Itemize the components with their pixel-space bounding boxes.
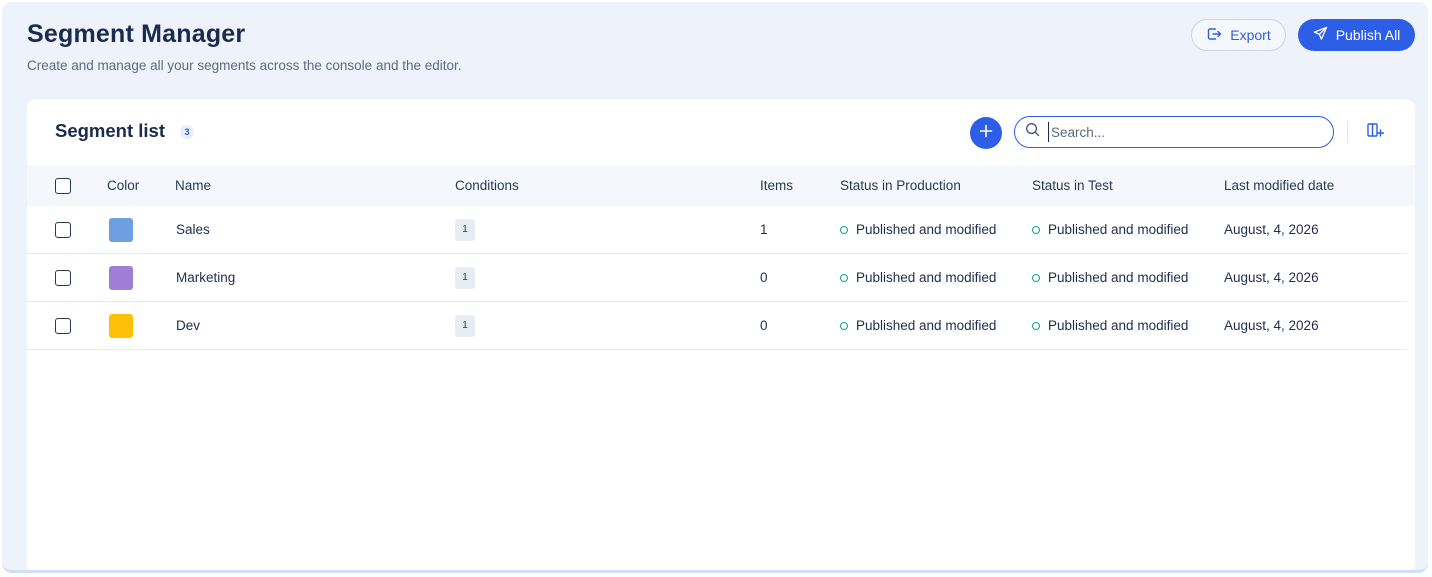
search-input[interactable] bbox=[1048, 122, 1308, 142]
status-production-label: Published and modified bbox=[856, 318, 997, 333]
table-row[interactable]: Dev 1 0 Published and modified Published… bbox=[27, 302, 1407, 350]
status-test: Published and modified bbox=[1032, 270, 1188, 285]
status-production: Published and modified bbox=[840, 270, 996, 285]
column-header-conditions[interactable]: Conditions bbox=[455, 178, 519, 193]
status-test-label: Published and modified bbox=[1048, 270, 1189, 285]
column-header-last-modified[interactable]: Last modified date bbox=[1224, 178, 1334, 193]
status-dot-icon bbox=[840, 225, 848, 234]
page-subtitle: Create and manage all your segments acro… bbox=[27, 58, 462, 73]
segment-list-card: Segment list 3 Search... Color Name Cond… bbox=[27, 99, 1415, 570]
table-row[interactable]: Sales 1 1 Published and modified Publish… bbox=[27, 206, 1407, 254]
row-checkbox[interactable] bbox=[55, 270, 71, 286]
app-window: Segment Manager Create and manage all yo… bbox=[2, 2, 1428, 573]
status-test-label: Published and modified bbox=[1048, 222, 1189, 237]
add-column-button[interactable] bbox=[1363, 120, 1387, 144]
conditions-chip[interactable]: 1 bbox=[455, 219, 475, 241]
status-dot-icon bbox=[840, 273, 848, 282]
export-label: Export bbox=[1230, 27, 1271, 43]
select-all-checkbox[interactable] bbox=[55, 178, 71, 194]
segment-name[interactable]: Dev bbox=[176, 318, 200, 333]
status-test: Published and modified bbox=[1032, 222, 1188, 237]
toolbar-divider bbox=[1347, 121, 1348, 143]
status-dot-icon bbox=[840, 321, 848, 330]
export-icon bbox=[1206, 26, 1222, 45]
row-checkbox[interactable] bbox=[55, 318, 71, 334]
conditions-chip[interactable]: 1 bbox=[455, 315, 475, 337]
search-icon bbox=[1025, 122, 1040, 142]
segment-name[interactable]: Sales bbox=[176, 222, 210, 237]
row-checkbox[interactable] bbox=[55, 222, 71, 238]
status-dot-icon bbox=[1032, 321, 1040, 330]
status-production: Published and modified bbox=[840, 222, 996, 237]
segment-count-badge: 3 bbox=[180, 125, 194, 139]
items-count: 0 bbox=[760, 270, 768, 285]
column-header-name[interactable]: Name bbox=[175, 178, 211, 193]
segment-color-swatch bbox=[109, 218, 133, 242]
send-icon bbox=[1313, 26, 1328, 44]
add-column-icon bbox=[1366, 121, 1385, 144]
page-title: Segment Manager bbox=[27, 20, 246, 48]
column-header-status-production[interactable]: Status in Production bbox=[840, 178, 961, 193]
table-header: Color Name Conditions Items Status in Pr… bbox=[27, 165, 1415, 206]
status-test: Published and modified bbox=[1032, 318, 1188, 333]
status-production-label: Published and modified bbox=[856, 222, 997, 237]
status-production-label: Published and modified bbox=[856, 270, 997, 285]
last-modified-date: August, 4, 2026 bbox=[1224, 318, 1319, 333]
plus-icon bbox=[979, 124, 993, 143]
column-header-color[interactable]: Color bbox=[107, 178, 139, 193]
segment-color-swatch bbox=[109, 266, 133, 290]
table-row[interactable]: Marketing 1 0 Published and modified Pub… bbox=[27, 254, 1407, 302]
status-test-label: Published and modified bbox=[1048, 318, 1189, 333]
segment-name[interactable]: Marketing bbox=[176, 270, 235, 285]
segment-list-title: Segment list bbox=[55, 120, 165, 141]
publish-all-button[interactable]: Publish All bbox=[1298, 19, 1415, 51]
items-count: 1 bbox=[760, 222, 768, 237]
last-modified-date: August, 4, 2026 bbox=[1224, 270, 1319, 285]
add-segment-button[interactable] bbox=[970, 117, 1002, 149]
status-dot-icon bbox=[1032, 225, 1040, 234]
publish-all-label: Publish All bbox=[1335, 27, 1401, 43]
search-box[interactable] bbox=[1014, 116, 1334, 148]
segment-color-swatch bbox=[109, 314, 133, 338]
status-production: Published and modified bbox=[840, 318, 996, 333]
column-header-items[interactable]: Items bbox=[760, 178, 793, 193]
column-header-status-test[interactable]: Status in Test bbox=[1032, 178, 1113, 193]
status-dot-icon bbox=[1032, 273, 1040, 282]
items-count: 0 bbox=[760, 318, 768, 333]
export-button[interactable]: Export bbox=[1191, 19, 1286, 51]
last-modified-date: August, 4, 2026 bbox=[1224, 222, 1319, 237]
conditions-chip[interactable]: 1 bbox=[455, 267, 475, 289]
